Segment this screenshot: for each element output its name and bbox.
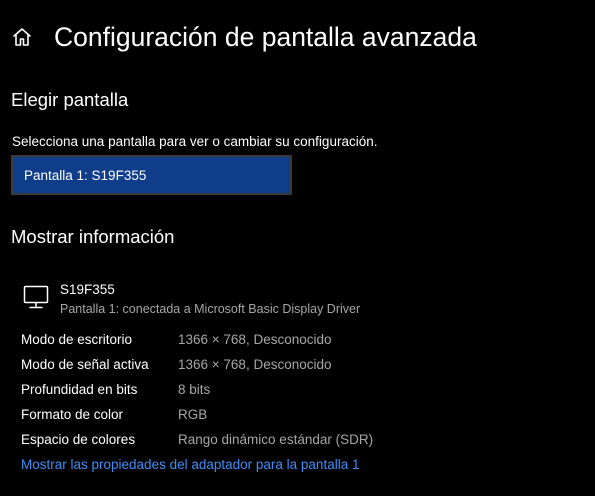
page-title: Configuración de pantalla avanzada xyxy=(54,22,477,52)
info-label: Modo de escritorio xyxy=(21,332,133,347)
display-info-heading: Mostrar información xyxy=(11,226,175,247)
page-header: Configuración de pantalla avanzada xyxy=(0,18,595,58)
info-label: Espacio de colores xyxy=(21,432,136,447)
display-name: S19F355 xyxy=(60,282,115,297)
monitor-icon xyxy=(22,283,50,311)
info-row-bit-depth: Profundidad en bits 8 bits xyxy=(21,380,561,405)
info-value: Rango dinámico estándar (SDR) xyxy=(178,432,374,447)
info-label: Modo de señal activa xyxy=(21,357,149,372)
info-value: RGB xyxy=(178,407,208,422)
info-label: Profundidad en bits xyxy=(21,382,138,397)
display-connection-info: Pantalla 1: conectada a Microsoft Basic … xyxy=(60,302,361,316)
display-select-value: Pantalla 1: S19F355 xyxy=(24,168,147,183)
home-icon[interactable] xyxy=(11,26,33,48)
choose-display-description: Selecciona una pantalla para ver o cambi… xyxy=(12,134,378,149)
choose-display-heading: Elegir pantalla xyxy=(11,89,129,110)
info-row-color-format: Formato de color RGB xyxy=(21,405,561,430)
info-value: 1366 × 768, Desconocido xyxy=(178,357,332,372)
info-label: Formato de color xyxy=(21,407,124,422)
info-value: 8 bits xyxy=(178,382,211,397)
info-row-color-space: Espacio de colores Rango dinámico estánd… xyxy=(21,430,561,455)
adapter-properties-link[interactable]: Mostrar las propiedades del adaptador pa… xyxy=(21,456,359,474)
info-row-desktop-mode: Modo de escritorio 1366 × 768, Desconoci… xyxy=(21,330,561,355)
info-value: 1366 × 768, Desconocido xyxy=(178,332,332,347)
info-row-active-signal-mode: Modo de señal activa 1366 × 768, Descono… xyxy=(21,355,561,380)
display-select[interactable]: Pantalla 1: S19F355 xyxy=(11,155,292,195)
display-info-table: Modo de escritorio 1366 × 768, Desconoci… xyxy=(21,330,561,455)
